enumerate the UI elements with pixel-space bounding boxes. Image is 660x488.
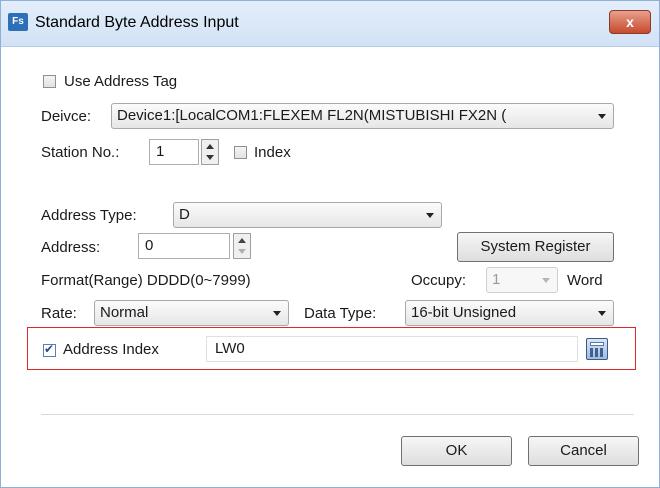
data-type-label: Data Type: bbox=[304, 305, 377, 322]
chevron-down-icon bbox=[273, 311, 281, 316]
title-bar[interactable]: Fs Standard Byte Address Input x bbox=[1, 1, 659, 47]
address-input[interactable]: 0 bbox=[138, 233, 230, 259]
use-address-tag-label: Use Address Tag bbox=[64, 73, 178, 90]
index-checkbox[interactable] bbox=[234, 146, 247, 159]
address-type-value: D bbox=[179, 206, 190, 223]
rate-label: Rate: bbox=[41, 305, 77, 322]
occupy-select[interactable]: 1 bbox=[486, 267, 558, 293]
address-index-label: Address Index bbox=[63, 341, 159, 358]
chevron-down-icon bbox=[426, 213, 434, 218]
device-select-value: Device1:[LocalCOM1:FLEXEM FL2N(MISTUBISH… bbox=[117, 107, 507, 124]
use-address-tag-checkbox[interactable] bbox=[43, 75, 56, 88]
chevron-down-icon bbox=[542, 278, 550, 283]
address-label: Address: bbox=[41, 239, 101, 256]
occupy-label: Occupy: bbox=[411, 272, 467, 289]
divider bbox=[41, 414, 634, 415]
address-type-label: Address Type: bbox=[41, 207, 137, 224]
dialog-window: Fs Standard Byte Address Input x Use Add… bbox=[0, 0, 660, 488]
index-label: Index bbox=[254, 144, 291, 161]
rate-select[interactable]: Normal bbox=[94, 300, 289, 326]
rate-value: Normal bbox=[100, 304, 149, 321]
address-index-checkbox[interactable] bbox=[43, 342, 56, 357]
occupy-value: 1 bbox=[492, 271, 501, 288]
format-range-text: Format(Range) DDDD(0~7999) bbox=[41, 272, 251, 289]
station-spinner[interactable] bbox=[201, 139, 219, 165]
station-label: Station No.: bbox=[41, 144, 120, 161]
occupy-unit: Word bbox=[567, 272, 603, 289]
ok-button[interactable]: OK bbox=[401, 436, 512, 466]
address-index-value: LW0 bbox=[215, 340, 245, 357]
data-type-select[interactable]: 16-bit Unsigned bbox=[405, 300, 614, 326]
window-title: Standard Byte Address Input bbox=[35, 14, 239, 31]
station-input[interactable]: 1 bbox=[149, 139, 199, 165]
app-icon: Fs bbox=[8, 13, 28, 31]
chevron-down-icon bbox=[598, 114, 606, 119]
spin-down-icon[interactable] bbox=[238, 249, 246, 254]
spin-up-icon[interactable] bbox=[238, 238, 246, 243]
calculator-icon[interactable] bbox=[586, 338, 608, 360]
address-input-value: 0 bbox=[145, 237, 154, 254]
spin-down-icon[interactable] bbox=[206, 155, 214, 160]
spin-up-icon[interactable] bbox=[206, 144, 214, 149]
data-type-value: 16-bit Unsigned bbox=[411, 304, 517, 321]
device-label: Deivce: bbox=[41, 108, 92, 125]
address-spinner[interactable] bbox=[233, 233, 251, 259]
address-type-select[interactable]: D bbox=[173, 202, 442, 228]
device-select[interactable]: Device1:[LocalCOM1:FLEXEM FL2N(MISTUBISH… bbox=[111, 103, 614, 129]
system-register-button[interactable]: System Register bbox=[457, 232, 614, 262]
cancel-button[interactable]: Cancel bbox=[528, 436, 639, 466]
station-input-value: 1 bbox=[156, 143, 165, 160]
close-button[interactable]: x bbox=[609, 10, 651, 34]
address-index-input[interactable]: LW0 bbox=[206, 336, 578, 362]
chevron-down-icon bbox=[598, 311, 606, 316]
